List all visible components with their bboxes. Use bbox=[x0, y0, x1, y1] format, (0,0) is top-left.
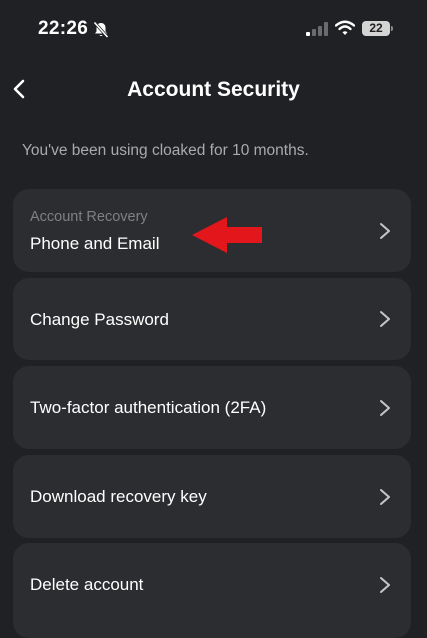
chevron-right-icon bbox=[380, 489, 390, 505]
battery-cap bbox=[391, 26, 393, 31]
delete-account-label: Delete account bbox=[30, 575, 144, 594]
chevron-right-icon bbox=[380, 311, 390, 327]
bell-slash-icon bbox=[92, 21, 110, 39]
chevron-right-icon bbox=[380, 577, 390, 593]
account-recovery-label: Phone and Email bbox=[30, 234, 160, 253]
delete-account-item[interactable]: Delete account bbox=[13, 543, 411, 638]
account-recovery-caption: Account Recovery bbox=[30, 209, 148, 225]
page-title: Account Security bbox=[127, 78, 300, 101]
chevron-right-icon bbox=[380, 400, 390, 416]
battery-icon: 22 bbox=[362, 21, 390, 36]
two-factor-auth-label: Two-factor authentication (2FA) bbox=[30, 398, 267, 417]
status-bar: 22:26 22 bbox=[0, 0, 427, 60]
two-factor-auth-item[interactable]: Two-factor authentication (2FA) bbox=[13, 366, 411, 449]
status-time: 22:26 bbox=[38, 18, 89, 39]
change-password-item[interactable]: Change Password bbox=[13, 278, 411, 360]
account-age-text: You've been using cloaked for 10 months. bbox=[22, 142, 309, 159]
red-arrow-icon bbox=[192, 217, 262, 253]
cellular-signal-icon bbox=[306, 22, 328, 36]
wifi-icon bbox=[334, 20, 356, 36]
chevron-right-icon bbox=[380, 223, 390, 239]
download-recovery-key-item[interactable]: Download recovery key bbox=[13, 455, 411, 538]
change-password-label: Change Password bbox=[30, 310, 169, 329]
download-recovery-key-label: Download recovery key bbox=[30, 487, 207, 506]
